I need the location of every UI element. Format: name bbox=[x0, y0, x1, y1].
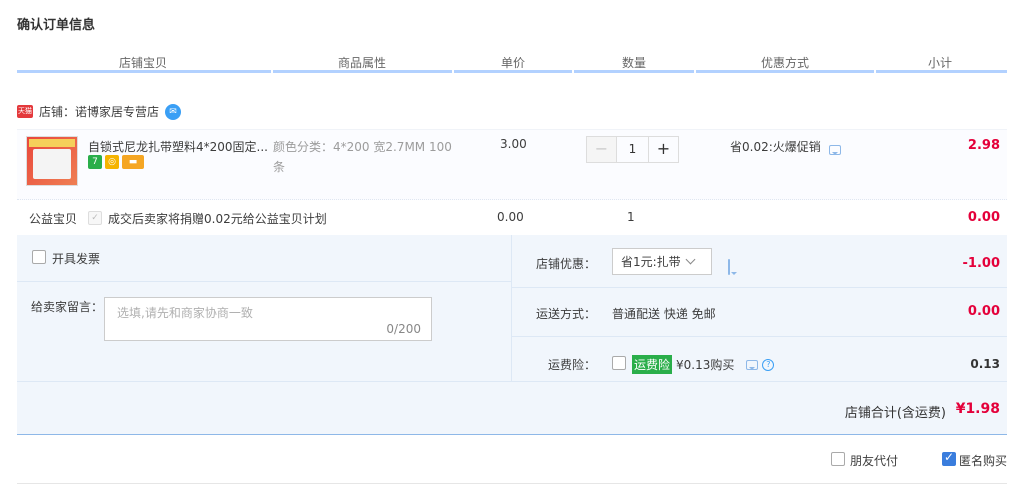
service-icons: 7 ◎ ▬ bbox=[88, 155, 144, 169]
insurance-checkbox[interactable] bbox=[612, 356, 626, 370]
insurance-price: ¥0.13购买 bbox=[676, 358, 735, 372]
shop-row: 天猫 店铺：诺博家居专营店 ✉ bbox=[17, 103, 182, 120]
header-underline bbox=[454, 70, 572, 73]
shipping-value: 0.00 bbox=[967, 304, 1000, 319]
memo-char-count: 0/200 bbox=[386, 322, 421, 336]
seven-day-return-icon: 7 bbox=[88, 155, 102, 169]
col-header-attr: 商品属性 bbox=[338, 56, 387, 70]
memo-textarea[interactable]: 选填,请先和商家协商一致 0/200 bbox=[104, 297, 432, 341]
col-header-subtotal: 小计 bbox=[928, 56, 953, 70]
shop-discount-label: 店铺优惠： bbox=[536, 257, 597, 271]
header-underline bbox=[273, 70, 452, 73]
divider bbox=[511, 287, 1007, 288]
quantity-stepper: − 1 + bbox=[586, 136, 679, 163]
friend-pay-checkbox[interactable] bbox=[831, 452, 845, 466]
message-icon[interactable] bbox=[828, 144, 841, 155]
memo-placeholder: 选填,请先和商家协商一致 bbox=[117, 306, 253, 320]
item-price: 3.00 bbox=[500, 137, 527, 151]
shipping-label: 运送方式： bbox=[536, 307, 597, 321]
charity-qty: 1 bbox=[627, 210, 635, 224]
charity-checkbox: ✓ bbox=[88, 211, 102, 225]
col-header-qty: 数量 bbox=[622, 56, 647, 70]
promo: 省0.02:火爆促销 bbox=[730, 138, 841, 155]
col-header-discount: 优惠方式 bbox=[761, 56, 810, 70]
message-icon[interactable] bbox=[728, 259, 730, 275]
invoice-label[interactable]: 开具发票 bbox=[52, 250, 100, 267]
chevron-down-icon bbox=[685, 254, 696, 265]
shop-discount-selected: 省1元:扎带 bbox=[621, 255, 681, 269]
tmall-icon: 天猫 bbox=[17, 105, 33, 118]
charity-label: 公益宝贝 bbox=[29, 212, 78, 226]
divider bbox=[17, 483, 1007, 484]
charity-text: 成交后卖家将捐赠0.02元给公益宝贝计划 bbox=[108, 212, 327, 226]
chat-icon[interactable]: ✉ bbox=[165, 103, 182, 120]
anonymous-checkbox[interactable] bbox=[942, 450, 956, 466]
help-icon[interactable]: ? bbox=[762, 358, 775, 371]
insurance-value: 0.13 bbox=[970, 357, 1000, 371]
quality-icon: ◎ bbox=[105, 155, 119, 169]
friend-pay-label[interactable]: 朋友代付 bbox=[850, 452, 898, 469]
shop-total-label: 店铺合计(含运费) bbox=[844, 406, 946, 421]
qty-plus-button[interactable]: + bbox=[648, 137, 678, 162]
header-underline bbox=[574, 70, 694, 73]
qty-minus-button[interactable]: − bbox=[587, 137, 617, 162]
divider bbox=[17, 281, 511, 282]
card-payment-icon: ▬ bbox=[122, 155, 144, 169]
shop-discount-value: -1.00 bbox=[962, 256, 1000, 271]
memo-label: 给卖家留言： bbox=[31, 300, 104, 314]
item-name-link[interactable]: 自锁式尼龙扎带塑料4*200固定... bbox=[88, 138, 268, 155]
product-thumbnail[interactable] bbox=[26, 136, 78, 186]
insurance-label: 运费险： bbox=[548, 358, 597, 372]
anonymous-label[interactable]: 匿名购买 bbox=[959, 452, 1007, 469]
item-subtotal: 2.98 bbox=[967, 138, 1000, 153]
col-header-item: 店铺宝贝 bbox=[119, 56, 168, 70]
shop-discount-select[interactable]: 省1元:扎带 bbox=[612, 248, 712, 275]
shipping-method: 普通配送 快递 免邮 bbox=[612, 307, 716, 321]
charity-price: 0.00 bbox=[497, 210, 524, 224]
header-underline bbox=[17, 70, 271, 73]
promo-text: 省0.02:火爆促销 bbox=[730, 140, 821, 154]
shop-name[interactable]: 店铺：诺博家居专营店 bbox=[39, 103, 159, 120]
invoice-checkbox[interactable] bbox=[32, 250, 46, 264]
item-attributes: 颜色分类：4*200 宽2.7MM 100条 bbox=[273, 140, 452, 174]
header-underline bbox=[876, 70, 1007, 73]
message-icon[interactable] bbox=[746, 359, 759, 370]
page-title: 确认订单信息 bbox=[17, 18, 96, 33]
insurance-option: 运费险 ¥0.13购买 ? bbox=[632, 355, 775, 374]
header-underline bbox=[696, 70, 874, 73]
col-header-price: 单价 bbox=[501, 56, 526, 70]
divider bbox=[511, 336, 1007, 337]
qty-input[interactable]: 1 bbox=[617, 137, 648, 162]
shop-total-value: ¥1.98 bbox=[955, 401, 1000, 417]
divider bbox=[511, 235, 512, 381]
insurance-tag: 运费险 bbox=[632, 355, 673, 374]
charity-subtotal: 0.00 bbox=[967, 210, 1000, 225]
